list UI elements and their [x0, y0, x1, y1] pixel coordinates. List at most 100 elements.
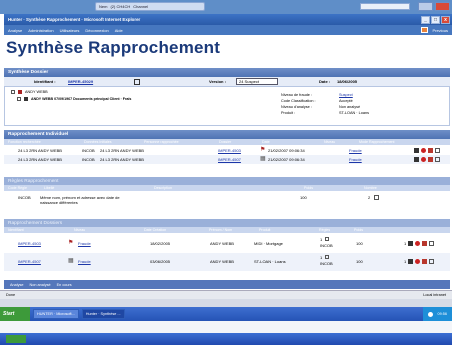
niveau-link[interactable]: Fraude: [78, 259, 91, 264]
menu-aide[interactable]: Aide: [115, 28, 123, 33]
book-icon[interactable]: [422, 241, 428, 246]
minimize-window-button[interactable]: _: [421, 16, 430, 24]
section-title: Synthèse Dossier: [8, 70, 49, 75]
niveau-link[interactable]: Fraude: [78, 241, 91, 246]
stop-icon[interactable]: [421, 157, 426, 162]
row-actions: [414, 157, 440, 162]
version-label: Version :: [209, 79, 226, 84]
footer-link-non-analyse[interactable]: Non analysé: [30, 283, 51, 287]
menu-deconnexion[interactable]: Déconnexion: [85, 28, 108, 33]
field-produit: Produit : ST-LOAN · Loans: [281, 111, 369, 115]
status-sub: [0, 299, 452, 307]
previous-link[interactable]: Previous: [432, 28, 448, 33]
rapprochement-row: 24 L3 2RN ANDY WEBB INCOB 24 L3 2RN ANDY…: [4, 146, 450, 155]
grid-icon[interactable]: [429, 241, 435, 246]
document-icon: ▦: [260, 156, 266, 162]
date-label: Date :: [319, 79, 331, 84]
stop-icon[interactable]: [421, 148, 426, 153]
footer-link-en-cours[interactable]: En cours: [57, 283, 72, 287]
dossier-row: IMPER-4503 ⚑ Fraude 18/02/2005 ANDY WEBB…: [4, 235, 450, 253]
section-title: Rapprochement Dossiers: [8, 220, 63, 226]
dossier-link[interactable]: IMPER-4503: [218, 148, 241, 153]
niveau-link[interactable]: Fraude: [349, 157, 362, 162]
menu-analyse[interactable]: Analyse: [8, 28, 22, 33]
second-taskbar: [0, 333, 452, 345]
menu-right: Previous: [421, 27, 452, 33]
fraud-flag-icon: ⚑: [260, 147, 266, 153]
grid-icon[interactable]: [325, 237, 329, 241]
tray-clock: 09:56: [437, 312, 447, 316]
window-titlebar: Hunter · Synthèse Rapprochement · Micros…: [4, 14, 452, 25]
tree-root[interactable]: ANDY WEBB: [11, 90, 48, 94]
book-icon[interactable]: [422, 259, 428, 264]
grid-icon[interactable]: [435, 148, 440, 153]
volume-icon[interactable]: [428, 311, 434, 317]
section-dossiers: Rapprochement Dossiers: [4, 219, 450, 227]
dossier-id-link[interactable]: IMPER-4503: [18, 241, 41, 246]
book-icon[interactable]: [428, 157, 433, 162]
tree-expand-icon[interactable]: [11, 90, 15, 94]
top-tab-3[interactable]: Channel: [133, 4, 148, 9]
row-actions: 1: [404, 241, 435, 246]
close-window-button[interactable]: x: [441, 16, 450, 24]
tree-expand-icon[interactable]: [17, 97, 21, 101]
taskbar-button-synthese[interactable]: Hunter · Synthèse ...: [81, 309, 125, 319]
status-bar: Done Local intranet: [0, 290, 452, 299]
section-title: Rapprochement Individuel: [8, 132, 69, 137]
start-icon[interactable]: [6, 335, 26, 343]
document-icon: ▦: [68, 258, 74, 264]
page-title: Synthèse Rapprochement: [6, 38, 221, 57]
grid-icon[interactable]: [374, 195, 379, 200]
grid-icon[interactable]: [435, 157, 440, 162]
rapprochement-row: 24 L3 2RN ANDY WEBB INCOB 24 L3 2RN ANDY…: [4, 155, 450, 164]
status-left: Done: [6, 293, 16, 297]
identifiant-value[interactable]: IMPER-45029: [68, 79, 93, 84]
regles-header: Code Règle Libellé Description Poids Nom…: [4, 185, 450, 191]
date-value: 18/06/2005: [337, 79, 358, 84]
person-icon: [24, 97, 28, 101]
menu-utilisateurs[interactable]: Utilisateurs: [60, 28, 80, 33]
dossier-panel: ANDY WEBB ANDY WEBB 07/09/1967 Documents…: [4, 86, 450, 126]
version-select[interactable]: 24 Suspect: [236, 78, 278, 85]
tree-child-label: ANDY WEBB 07/09/1967 Documents principal…: [31, 97, 132, 101]
maximize-window-button[interactable]: □: [431, 16, 440, 24]
stop-icon[interactable]: [415, 259, 421, 264]
stop-icon[interactable]: [415, 241, 421, 246]
app-menubar: Analyse Administration Utilisateurs Déco…: [4, 25, 452, 35]
footer-link-analyse[interactable]: Analyse: [10, 283, 24, 287]
menu-administration[interactable]: Administration: [28, 28, 53, 33]
dossiers-header: Identifiant Niveau Date Création Prénom …: [4, 227, 450, 233]
rapprochement-header: Fonction recherchée Données Initiales Pe…: [4, 139, 450, 145]
close-button[interactable]: [435, 2, 450, 11]
dossier-id-link[interactable]: IMPER-4507: [18, 259, 41, 264]
start-button[interactable]: Start: [0, 307, 30, 321]
regle-row: INCOB Même nom, prénom et adresse avec d…: [4, 192, 450, 206]
people-icon[interactable]: [408, 259, 414, 264]
top-tab-2[interactable]: (2) CH4CH: [110, 4, 130, 9]
book-icon[interactable]: [428, 148, 433, 153]
top-bar: Nem (2) CH4CH Channel: [0, 0, 452, 14]
folder-icon: [18, 90, 22, 94]
count-label: 1: [404, 241, 407, 246]
tree-root-label: ANDY WEBB: [25, 90, 48, 94]
count-label: 1: [404, 259, 407, 264]
taskbar-button-hunter[interactable]: HUNTER · Microsoft...: [33, 309, 79, 319]
people-icon[interactable]: [414, 148, 419, 153]
tree-child[interactable]: ANDY WEBB 07/09/1967 Documents principal…: [17, 97, 131, 101]
top-tab-strip[interactable]: Nem (2) CH4CH Channel: [95, 2, 205, 11]
top-tab-1[interactable]: Nem: [99, 4, 107, 9]
row-actions: [414, 148, 440, 153]
dossier-link[interactable]: IMPER-4507: [218, 157, 241, 162]
people-icon[interactable]: [414, 157, 419, 162]
grid-icon[interactable]: [325, 255, 329, 259]
document-icon[interactable]: [134, 78, 140, 85]
minimize-button[interactable]: [418, 2, 433, 11]
section-rapprochement-individuel: Rapprochement Individuel: [4, 130, 450, 139]
address-box[interactable]: [360, 3, 410, 10]
people-icon[interactable]: [408, 241, 414, 246]
home-icon[interactable]: [421, 27, 429, 33]
niveau-link[interactable]: Fraude: [349, 148, 362, 153]
system-tray: 09:56: [423, 307, 452, 321]
grid-icon[interactable]: [429, 259, 435, 264]
section-synthese-dossier: Synthèse Dossier: [4, 68, 450, 77]
